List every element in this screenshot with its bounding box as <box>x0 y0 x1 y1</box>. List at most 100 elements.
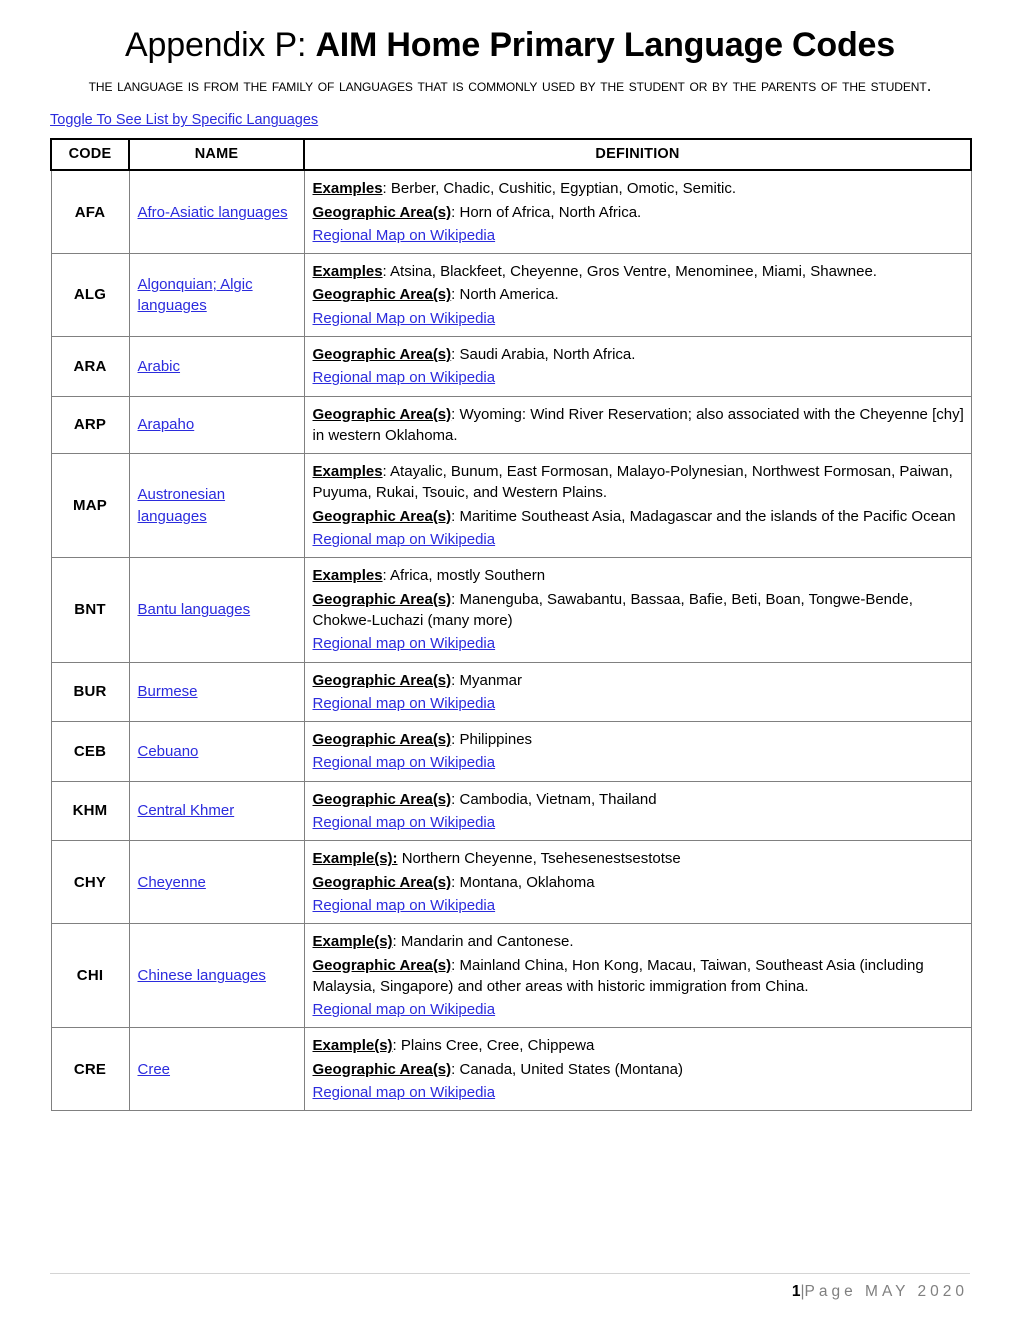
table-body: AFA Afro-Asiatic languages Examples: Berbe… <box>50 169 972 1112</box>
definition-examples-line: Example(s): Northern Cheyenne, Tsehesene… <box>313 848 970 869</box>
regional-map-wikipedia-link[interactable]: Regional Map on Wikipedia <box>313 308 496 329</box>
geographic-area-text: : Saudi Arabia, North Africa. <box>451 346 636 363</box>
geographic-area-text: : North America. <box>451 286 559 304</box>
column-header-code: CODE <box>50 138 130 172</box>
language-name-link[interactable]: Cheyenne <box>138 874 206 891</box>
cell-definition: Geographic Area(s): Cambodia, Vietnam, T… <box>303 780 972 842</box>
language-codes-table-container: CODE NAME DEFINITION AFA Afro-Asiatic lan… <box>0 129 1020 1112</box>
geographic-area-label: Geographic Area(s) <box>312 507 452 525</box>
cell-name: Cree <box>128 1027 305 1112</box>
language-codes-table: CODE NAME DEFINITION AFA Afro-Asiatic lan… <box>50 138 972 1112</box>
title-main: AIM Home Primary Language Codes <box>315 26 895 64</box>
language-name-link[interactable]: Cree <box>138 1061 171 1078</box>
definition-geographic-line: Geographic Area(s): Horn of Africa, Nort… <box>313 202 970 223</box>
definition-wiki-line: Regional Map on Wikipedia <box>313 308 970 329</box>
examples-label: Example(s) <box>312 933 393 951</box>
definition-geographic-line: Geographic Area(s): Montana, Oklahoma <box>313 872 970 893</box>
cell-code: ALG <box>50 253 130 337</box>
table-row: CHY Cheyenne Example(s): Northern Cheyenne… <box>50 840 972 925</box>
geographic-area-label: Geographic Area(s) <box>312 1060 452 1078</box>
cell-definition: Geographic Area(s): Saudi Arabia, North … <box>303 336 972 397</box>
regional-map-wikipedia-link[interactable]: Regional map on Wikipedia <box>313 895 496 916</box>
table-header-row: CODE NAME DEFINITION <box>50 138 972 172</box>
table-row: ALG Algonquian; Algic languages Examples: … <box>50 253 972 337</box>
language-name-link[interactable]: Chinese languages <box>138 967 266 984</box>
cell-code: ARP <box>50 395 130 455</box>
definition-examples-line: Examples: Africa, mostly Southern <box>313 565 970 586</box>
table-row: MAP Austronesian languages Examples: Ataya… <box>50 453 972 559</box>
table-row: ARP Arapaho Geographic Area(s): Wyoming: W… <box>50 395 972 455</box>
cell-name: Afro-Asiatic languages <box>128 169 305 255</box>
definition-wiki-line: Regional map on Wikipedia <box>313 529 970 550</box>
footer-text: 1|Page MAY 2020 <box>50 1283 970 1302</box>
definition-examples-line: Example(s): Plains Cree, Cree, Chippewa <box>313 1035 970 1056</box>
language-name-link[interactable]: Cebuano <box>138 743 199 760</box>
definition-geographic-line: Geographic Area(s): Myanmar <box>313 670 970 691</box>
geographic-area-text: : Montana, Oklahoma <box>451 873 595 891</box>
definition-geographic-line: Geographic Area(s): Mainland China, Hon … <box>313 955 970 998</box>
geographic-area-label: Geographic Area(s) <box>312 790 452 808</box>
examples-text: : Atsina, Blackfeet, Cheyenne, Gros Vent… <box>382 263 877 281</box>
examples-label: Example(s) <box>312 1037 393 1055</box>
cell-name: Chinese languages <box>128 923 305 1029</box>
table-row: BUR Burmese Geographic Area(s): Myanmar Reg… <box>50 661 972 723</box>
examples-text: : Mandarin and Cantonese. <box>392 933 574 951</box>
examples-label: Examples <box>312 180 383 198</box>
language-name-link[interactable]: Afro-Asiatic languages <box>138 204 288 221</box>
definition-wiki-line: Regional map on Wikipedia <box>313 812 970 833</box>
cell-definition: Example(s): Plains Cree, Cree, Chippewa G… <box>303 1027 972 1112</box>
definition-geographic-line: Geographic Area(s): Maritime Southeast A… <box>313 506 970 527</box>
regional-map-wikipedia-link[interactable]: Regional map on Wikipedia <box>313 812 496 833</box>
regional-map-wikipedia-link[interactable]: Regional Map on Wikipedia <box>313 225 496 246</box>
examples-label: Example(s): <box>312 850 398 868</box>
language-name-link[interactable]: Central Khmer <box>138 802 235 819</box>
geographic-area-text: : Maritime Southeast Asia, Madagascar an… <box>451 507 956 525</box>
cell-definition: Examples: Atsina, Blackfeet, Cheyenne, G… <box>303 253 972 337</box>
regional-map-wikipedia-link[interactable]: Regional map on Wikipedia <box>313 752 496 773</box>
cell-name: Cebuano <box>128 721 305 782</box>
regional-map-wikipedia-link[interactable]: Regional map on Wikipedia <box>313 999 496 1020</box>
definition-wiki-line: Regional map on Wikipedia <box>313 633 970 654</box>
language-name-link[interactable]: Bantu languages <box>138 601 251 618</box>
table-row: KHM Central Khmer Geographic Area(s): Camb… <box>50 780 972 842</box>
cell-code: BUR <box>50 661 130 723</box>
definition-examples-line: Examples: Atayalic, Bunum, East Formosan… <box>313 461 970 504</box>
cell-name: Algonquian; Algic languages <box>128 253 305 337</box>
examples-text: Northern Cheyenne, Tsehesenestsestotse <box>397 850 681 868</box>
table-row: ARA Arabic Geographic Area(s): Saudi Arabi… <box>50 336 972 397</box>
cell-definition: Example(s): Mandarin and Cantonese. Geogr… <box>303 923 972 1029</box>
examples-text: : Atayalic, Bunum, East Formosan, Malayo… <box>312 463 953 502</box>
definition-geographic-line: Geographic Area(s): Saudi Arabia, North … <box>313 344 970 365</box>
cell-name: Cheyenne <box>128 840 305 925</box>
page-subtitle: The language is from the family of langu… <box>88 75 932 96</box>
geographic-area-text: : Canada, United States (Montana) <box>451 1060 683 1078</box>
regional-map-wikipedia-link[interactable]: Regional map on Wikipedia <box>313 693 496 714</box>
language-name-link[interactable]: Burmese <box>138 683 198 700</box>
cell-name: Austronesian languages <box>128 453 305 559</box>
language-name-link[interactable]: Arapaho <box>138 416 195 433</box>
language-name-link[interactable]: Austronesian languages <box>138 486 226 524</box>
cell-name: Burmese <box>128 661 305 723</box>
regional-map-wikipedia-link[interactable]: Regional map on Wikipedia <box>313 1082 496 1103</box>
language-name-link[interactable]: Algonquian; Algic languages <box>138 276 253 314</box>
language-name-link[interactable]: Arabic <box>138 358 181 375</box>
definition-wiki-line: Regional map on Wikipedia <box>313 999 970 1020</box>
geographic-area-text: : Philippines <box>451 731 533 749</box>
regional-map-wikipedia-link[interactable]: Regional map on Wikipedia <box>313 367 496 388</box>
examples-text: : Plains Cree, Cree, Chippewa <box>392 1037 595 1055</box>
cell-code: BNT <box>50 557 130 663</box>
regional-map-wikipedia-link[interactable]: Regional map on Wikipedia <box>313 529 496 550</box>
definition-wiki-line: Regional map on Wikipedia <box>313 367 970 388</box>
definition-geographic-line: Geographic Area(s): Manenguba, Sawabantu… <box>313 589 970 632</box>
definition-geographic-line: Geographic Area(s): Wyoming: Wind River … <box>313 404 970 447</box>
toggle-specific-languages-link[interactable]: Toggle To See List by Specific Languages <box>50 112 318 128</box>
geographic-area-label: Geographic Area(s) <box>312 286 452 304</box>
geographic-area-label: Geographic Area(s) <box>312 590 452 608</box>
geographic-area-text: : Horn of Africa, North Africa. <box>451 203 642 221</box>
examples-label: Examples <box>312 263 383 281</box>
toggle-link-container: Toggle To See List by Specific Languages <box>0 97 1020 129</box>
cell-code: CEB <box>50 721 130 782</box>
definition-geographic-line: Geographic Area(s): Cambodia, Vietnam, T… <box>313 789 970 810</box>
geographic-area-label: Geographic Area(s) <box>312 203 452 221</box>
regional-map-wikipedia-link[interactable]: Regional map on Wikipedia <box>313 633 496 654</box>
